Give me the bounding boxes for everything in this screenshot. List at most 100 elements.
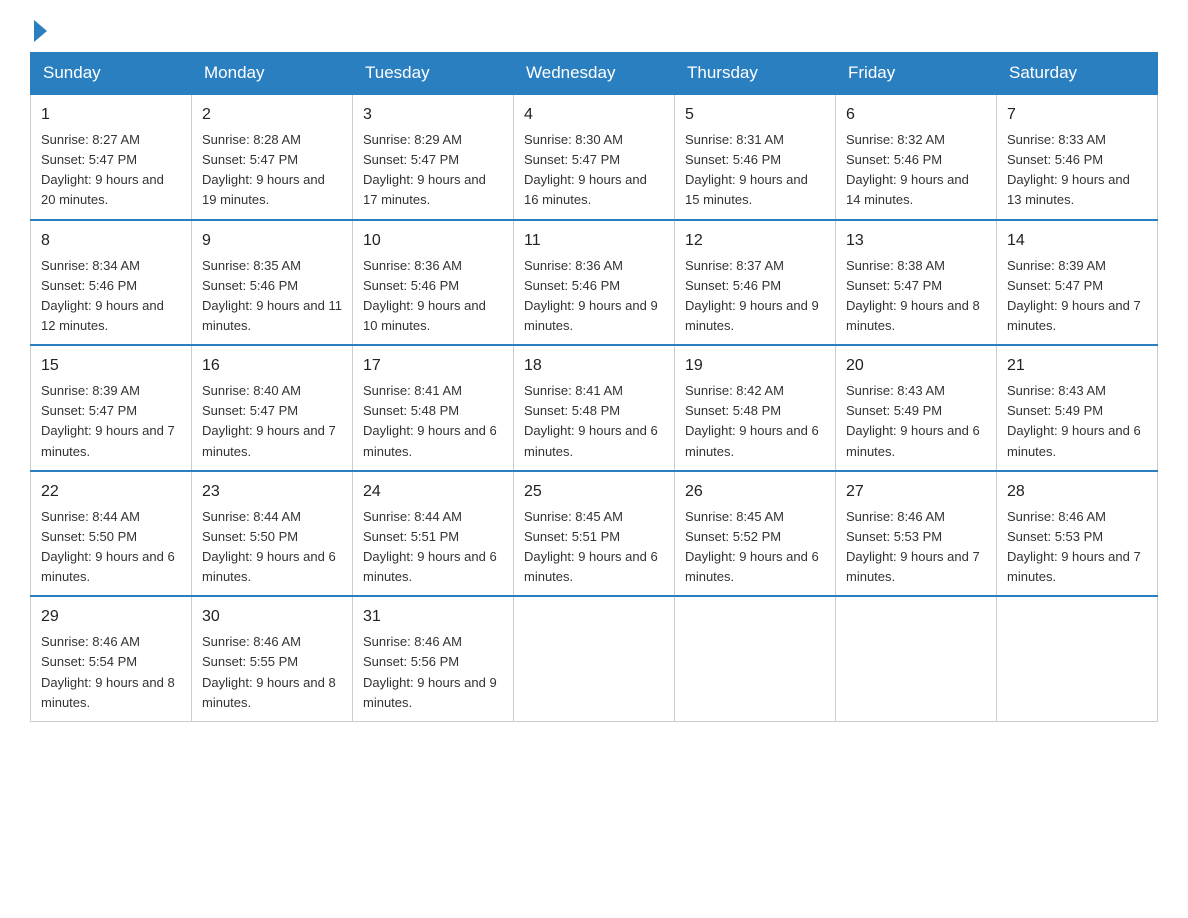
calendar-cell: 18Sunrise: 8:41 AMSunset: 5:48 PMDayligh… — [514, 345, 675, 471]
cell-info: Sunrise: 8:41 AMSunset: 5:48 PMDaylight:… — [524, 381, 664, 462]
calendar-cell — [997, 596, 1158, 721]
day-number: 17 — [363, 354, 503, 378]
day-number: 20 — [846, 354, 986, 378]
calendar-cell: 11Sunrise: 8:36 AMSunset: 5:46 PMDayligh… — [514, 220, 675, 346]
cell-info: Sunrise: 8:28 AMSunset: 5:47 PMDaylight:… — [202, 130, 342, 211]
calendar-cell: 30 Sunrise: 8:46 AMSunset: 5:55 PMDayligh… — [192, 596, 353, 721]
day-number: 30 — [202, 605, 342, 629]
cell-info: Sunrise: 8:39 AMSunset: 5:47 PMDaylight:… — [41, 381, 181, 462]
calendar-cell: 21 Sunrise: 8:43 AMSunset: 5:49 PMDayligh… — [997, 345, 1158, 471]
day-number: 7 — [1007, 103, 1147, 127]
cell-info: Sunrise: 8:33 AMSunset: 5:46 PMDaylight:… — [1007, 130, 1147, 211]
calendar-cell: 4 Sunrise: 8:30 AMSunset: 5:47 PMDaylight… — [514, 94, 675, 220]
cell-info: Sunrise: 8:27 AMSunset: 5:47 PMDaylight:… — [41, 130, 181, 211]
cell-info: Sunrise: 8:30 AMSunset: 5:47 PMDaylight:… — [524, 130, 664, 211]
calendar-cell: 10 Sunrise: 8:36 AMSunset: 5:46 PMDayligh… — [353, 220, 514, 346]
day-number: 4 — [524, 103, 664, 127]
day-number: 1 — [41, 103, 181, 127]
calendar-cell: 7 Sunrise: 8:33 AMSunset: 5:46 PMDaylight… — [997, 94, 1158, 220]
cell-info: Sunrise: 8:41 AMSunset: 5:48 PMDaylight:… — [363, 381, 503, 462]
cell-info: Sunrise: 8:43 AMSunset: 5:49 PMDaylight:… — [1007, 381, 1147, 462]
cell-info: Sunrise: 8:37 AMSunset: 5:46 PMDaylight:… — [685, 256, 825, 337]
calendar-cell — [675, 596, 836, 721]
cell-info: Sunrise: 8:43 AMSunset: 5:49 PMDaylight:… — [846, 381, 986, 462]
cell-info: Sunrise: 8:31 AMSunset: 5:46 PMDaylight:… — [685, 130, 825, 211]
cell-info: Sunrise: 8:44 AMSunset: 5:51 PMDaylight:… — [363, 507, 503, 588]
day-number: 24 — [363, 480, 503, 504]
calendar-cell: 14 Sunrise: 8:39 AMSunset: 5:47 PMDayligh… — [997, 220, 1158, 346]
day-number: 15 — [41, 354, 181, 378]
day-number: 8 — [41, 229, 181, 253]
day-number: 10 — [363, 229, 503, 253]
calendar-cell — [836, 596, 997, 721]
calendar-cell: 17 Sunrise: 8:41 AMSunset: 5:48 PMDayligh… — [353, 345, 514, 471]
day-number: 14 — [1007, 229, 1147, 253]
day-number: 31 — [363, 605, 503, 629]
calendar-week-row: 15 Sunrise: 8:39 AMSunset: 5:47 PMDayligh… — [31, 345, 1158, 471]
day-number: 5 — [685, 103, 825, 127]
logo — [30, 20, 47, 42]
calendar-cell: 20 Sunrise: 8:43 AMSunset: 5:49 PMDayligh… — [836, 345, 997, 471]
calendar-cell — [514, 596, 675, 721]
calendar-cell: 9 Sunrise: 8:35 AMSunset: 5:46 PMDaylight… — [192, 220, 353, 346]
cell-info: Sunrise: 8:39 AMSunset: 5:47 PMDaylight:… — [1007, 256, 1147, 337]
calendar-week-row: 29Sunrise: 8:46 AMSunset: 5:54 PMDayligh… — [31, 596, 1158, 721]
day-number: 25 — [524, 480, 664, 504]
calendar-cell: 12 Sunrise: 8:37 AMSunset: 5:46 PMDayligh… — [675, 220, 836, 346]
day-number: 26 — [685, 480, 825, 504]
cell-info: Sunrise: 8:34 AMSunset: 5:46 PMDaylight:… — [41, 256, 181, 337]
day-number: 6 — [846, 103, 986, 127]
day-number: 21 — [1007, 354, 1147, 378]
cell-info: Sunrise: 8:40 AMSunset: 5:47 PMDaylight:… — [202, 381, 342, 462]
cell-info: Sunrise: 8:36 AMSunset: 5:46 PMDaylight:… — [363, 256, 503, 337]
cell-info: Sunrise: 8:42 AMSunset: 5:48 PMDaylight:… — [685, 381, 825, 462]
calendar-week-row: 8 Sunrise: 8:34 AMSunset: 5:46 PMDaylight… — [31, 220, 1158, 346]
calendar-cell: 16 Sunrise: 8:40 AMSunset: 5:47 PMDayligh… — [192, 345, 353, 471]
weekday-header-friday: Friday — [836, 53, 997, 95]
day-number: 23 — [202, 480, 342, 504]
day-number: 2 — [202, 103, 342, 127]
cell-info: Sunrise: 8:46 AMSunset: 5:56 PMDaylight:… — [363, 632, 503, 713]
calendar-cell: 22Sunrise: 8:44 AMSunset: 5:50 PMDayligh… — [31, 471, 192, 597]
cell-info: Sunrise: 8:46 AMSunset: 5:53 PMDaylight:… — [1007, 507, 1147, 588]
calendar-cell: 19Sunrise: 8:42 AMSunset: 5:48 PMDayligh… — [675, 345, 836, 471]
cell-info: Sunrise: 8:32 AMSunset: 5:46 PMDaylight:… — [846, 130, 986, 211]
calendar-table: SundayMondayTuesdayWednesdayThursdayFrid… — [30, 52, 1158, 722]
day-number: 16 — [202, 354, 342, 378]
cell-info: Sunrise: 8:46 AMSunset: 5:54 PMDaylight:… — [41, 632, 181, 713]
calendar-cell: 31 Sunrise: 8:46 AMSunset: 5:56 PMDayligh… — [353, 596, 514, 721]
cell-info: Sunrise: 8:38 AMSunset: 5:47 PMDaylight:… — [846, 256, 986, 337]
calendar-cell: 15 Sunrise: 8:39 AMSunset: 5:47 PMDayligh… — [31, 345, 192, 471]
calendar-cell: 8 Sunrise: 8:34 AMSunset: 5:46 PMDaylight… — [31, 220, 192, 346]
logo-arrow-icon — [34, 20, 47, 42]
cell-info: Sunrise: 8:46 AMSunset: 5:55 PMDaylight:… — [202, 632, 342, 713]
day-number: 11 — [524, 229, 664, 253]
calendar-cell: 26 Sunrise: 8:45 AMSunset: 5:52 PMDayligh… — [675, 471, 836, 597]
calendar-cell: 6 Sunrise: 8:32 AMSunset: 5:46 PMDaylight… — [836, 94, 997, 220]
weekday-header-saturday: Saturday — [997, 53, 1158, 95]
calendar-cell: 1 Sunrise: 8:27 AMSunset: 5:47 PMDaylight… — [31, 94, 192, 220]
calendar-cell: 24 Sunrise: 8:44 AMSunset: 5:51 PMDayligh… — [353, 471, 514, 597]
cell-info: Sunrise: 8:29 AMSunset: 5:47 PMDaylight:… — [363, 130, 503, 211]
cell-info: Sunrise: 8:46 AMSunset: 5:53 PMDaylight:… — [846, 507, 986, 588]
cell-info: Sunrise: 8:44 AMSunset: 5:50 PMDaylight:… — [202, 507, 342, 588]
weekday-header-row: SundayMondayTuesdayWednesdayThursdayFrid… — [31, 53, 1158, 95]
calendar-cell: 2 Sunrise: 8:28 AMSunset: 5:47 PMDaylight… — [192, 94, 353, 220]
calendar-cell: 29Sunrise: 8:46 AMSunset: 5:54 PMDayligh… — [31, 596, 192, 721]
cell-info: Sunrise: 8:45 AMSunset: 5:52 PMDaylight:… — [685, 507, 825, 588]
calendar-cell: 5 Sunrise: 8:31 AMSunset: 5:46 PMDaylight… — [675, 94, 836, 220]
cell-info: Sunrise: 8:45 AMSunset: 5:51 PMDaylight:… — [524, 507, 664, 588]
weekday-header-tuesday: Tuesday — [353, 53, 514, 95]
day-number: 12 — [685, 229, 825, 253]
calendar-cell: 25 Sunrise: 8:45 AMSunset: 5:51 PMDayligh… — [514, 471, 675, 597]
day-number: 9 — [202, 229, 342, 253]
day-number: 27 — [846, 480, 986, 504]
calendar-cell: 28Sunrise: 8:46 AMSunset: 5:53 PMDayligh… — [997, 471, 1158, 597]
page-header — [30, 20, 1158, 42]
calendar-cell: 23 Sunrise: 8:44 AMSunset: 5:50 PMDayligh… — [192, 471, 353, 597]
calendar-cell: 27 Sunrise: 8:46 AMSunset: 5:53 PMDayligh… — [836, 471, 997, 597]
weekday-header-thursday: Thursday — [675, 53, 836, 95]
day-number: 3 — [363, 103, 503, 127]
calendar-week-row: 1 Sunrise: 8:27 AMSunset: 5:47 PMDaylight… — [31, 94, 1158, 220]
cell-info: Sunrise: 8:35 AMSunset: 5:46 PMDaylight:… — [202, 256, 342, 337]
